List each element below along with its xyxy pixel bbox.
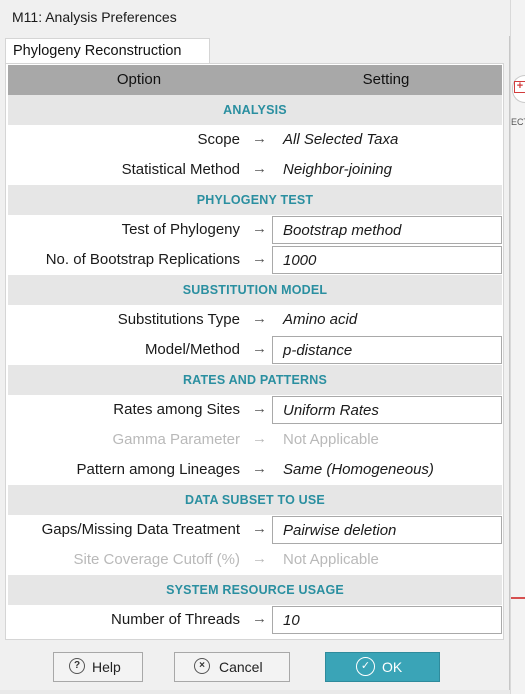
- setting-value: p-distance: [283, 342, 353, 359]
- option-row[interactable]: Rates among Sites → Uniform Rates: [8, 395, 502, 425]
- option-row[interactable]: Number of Threads → 10: [8, 605, 502, 635]
- cancel-button[interactable]: × Cancel: [174, 652, 290, 682]
- setting-value: Not Applicable: [283, 551, 379, 568]
- tab-phylogeny-reconstruction[interactable]: Phylogeny Reconstruction: [5, 38, 210, 64]
- setting-field[interactable]: Uniform Rates: [272, 396, 502, 424]
- header-setting: Setting: [362, 71, 410, 88]
- option-label: No. of Bootstrap Replications: [45, 251, 240, 268]
- option-row[interactable]: Pattern among Lineages → Same (Homogeneous…: [8, 455, 502, 485]
- section-header: ANALYSIS: [8, 95, 502, 125]
- background-app-strip: [510, 0, 525, 694]
- option-label: Site Coverage Cutoff (%): [73, 551, 240, 568]
- background-divider: [511, 597, 525, 599]
- help-button[interactable]: ? Help: [53, 652, 143, 682]
- arrow-right-icon: →: [252, 130, 267, 147]
- section-label: PHYLOGENY TEST: [196, 193, 314, 207]
- option-row[interactable]: No. of Bootstrap Replications → 1000: [8, 245, 502, 275]
- setting-field[interactable]: Bootstrap method: [272, 216, 502, 244]
- arrow-right-icon: →: [252, 550, 267, 567]
- option-label: Rates among Sites: [113, 401, 240, 418]
- ok-label: OK: [382, 659, 403, 675]
- arrow-right-icon: →: [252, 340, 267, 357]
- option-label: Substitutions Type: [117, 311, 240, 328]
- option-label: Pattern among Lineages: [76, 461, 240, 478]
- option-label: Gamma Parameter: [112, 431, 240, 448]
- setting-value: 10: [283, 612, 300, 629]
- setting-value: Not Applicable: [283, 431, 379, 448]
- option-row[interactable]: Scope → All Selected Taxa: [8, 125, 502, 155]
- section-label: SUBSTITUTION MODEL: [182, 283, 328, 297]
- option-row[interactable]: Substitutions Type → Amino acid: [8, 305, 502, 335]
- analysis-preferences-dialog: M11: Analysis Preferences Phylogeny Reco…: [0, 0, 510, 694]
- option-label: Number of Threads: [111, 611, 240, 628]
- help-label: Help: [92, 659, 121, 675]
- option-row[interactable]: Statistical Method → Neighbor-joining: [8, 155, 502, 185]
- help-icon: ?: [69, 658, 85, 674]
- arrow-right-icon: →: [252, 610, 267, 627]
- add-icon: +: [514, 81, 525, 93]
- dialog-bottom-edge: [0, 690, 510, 694]
- section-header: RATES AND PATTERNS: [8, 365, 502, 395]
- options-grid: Option Setting ANALYSIS Scope → All Selecte…: [8, 65, 502, 635]
- grid-header: Option Setting: [8, 65, 502, 95]
- option-row: Gamma Parameter → Not Applicable: [8, 425, 502, 455]
- setting-field[interactable]: 10: [272, 606, 502, 634]
- setting-value: Amino acid: [283, 311, 358, 328]
- option-label: Scope: [197, 131, 240, 148]
- arrow-right-icon: →: [252, 160, 267, 177]
- setting-value: Bootstrap method: [283, 222, 402, 239]
- arrow-right-icon: →: [252, 430, 267, 447]
- setting-value: Pairwise deletion: [283, 522, 397, 539]
- title-bar[interactable]: M11: Analysis Preferences: [0, 0, 510, 36]
- setting-value: All Selected Taxa: [283, 131, 399, 148]
- setting-value: Same (Homogeneous): [283, 461, 434, 478]
- arrow-right-icon: →: [252, 220, 267, 237]
- option-row[interactable]: Test of Phylogeny → Bootstrap method: [8, 215, 502, 245]
- section-label: DATA SUBSET TO USE: [185, 493, 325, 507]
- option-label: Model/Method: [144, 341, 240, 358]
- arrow-right-icon: →: [252, 460, 267, 477]
- arrow-right-icon: →: [252, 400, 267, 417]
- setting-field[interactable]: Pairwise deletion: [272, 516, 502, 544]
- option-label: Gaps/Missing Data Treatment: [41, 521, 240, 538]
- checkmark-icon: ✓: [356, 657, 375, 676]
- background-toolbar-label: ECT: [511, 117, 525, 127]
- section-label: ANALYSIS: [223, 103, 287, 117]
- ok-button[interactable]: ✓ OK: [325, 652, 440, 682]
- option-row: Site Coverage Cutoff (%) → Not Applicable: [8, 545, 502, 575]
- section-header: PHYLOGENY TEST: [8, 185, 502, 215]
- option-label: Test of Phylogeny: [121, 221, 240, 238]
- arrow-right-icon: →: [252, 250, 267, 267]
- window-title: M11: Analysis Preferences: [12, 9, 177, 25]
- section-header: SUBSTITUTION MODEL: [8, 275, 502, 305]
- arrow-right-icon: →: [252, 310, 267, 327]
- header-option: Option: [116, 71, 162, 88]
- section-header: DATA SUBSET TO USE: [8, 485, 502, 515]
- option-row[interactable]: Model/Method → p-distance: [8, 335, 502, 365]
- setting-value: Uniform Rates: [283, 402, 379, 419]
- setting-value: 1000: [283, 252, 317, 269]
- option-label: Statistical Method: [121, 161, 240, 178]
- option-row[interactable]: Gaps/Missing Data Treatment → Pairwise del…: [8, 515, 502, 545]
- cancel-label: Cancel: [219, 659, 263, 675]
- setting-field[interactable]: p-distance: [272, 336, 502, 364]
- cancel-icon: ×: [194, 658, 210, 674]
- setting-value: Neighbor-joining: [283, 161, 392, 178]
- arrow-right-icon: →: [252, 520, 267, 537]
- section-label: SYSTEM RESOURCE USAGE: [166, 583, 344, 597]
- section-header: SYSTEM RESOURCE USAGE: [8, 575, 502, 605]
- section-label: RATES AND PATTERNS: [182, 373, 328, 387]
- setting-field[interactable]: 1000: [272, 246, 502, 274]
